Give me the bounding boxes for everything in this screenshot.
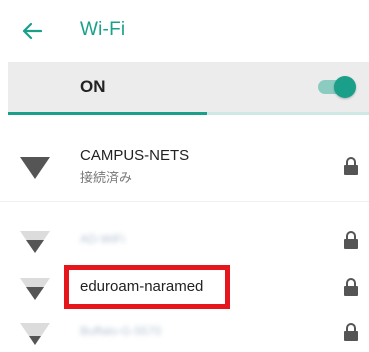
network-item[interactable]: AD-WiFi [0, 222, 369, 258]
wifi-toggle-switch[interactable] [316, 76, 356, 98]
arrow-left-icon [22, 22, 42, 40]
app-bar: Wi-Fi [0, 0, 369, 62]
network-ssid: Buffalo-G-5570 [80, 324, 162, 338]
wifi-switch-label: ON [80, 77, 106, 96]
lock-icon [344, 278, 358, 296]
scan-progress-fill [8, 112, 207, 115]
scan-progress-bar [8, 112, 369, 115]
network-ssid: AD-WiFi [80, 232, 125, 246]
lock-icon [344, 157, 358, 175]
network-item[interactable]: Buffalo-G-5570 [0, 314, 369, 350]
lock-icon [344, 231, 358, 249]
back-button[interactable] [14, 16, 50, 46]
wifi-signal-medium-icon [20, 231, 50, 253]
network-ssid: CAMPUS-NETS [80, 147, 190, 164]
network-status: 接続済み [80, 170, 133, 185]
network-item-campus-nets[interactable]: CAMPUS-NETS 接続済み [0, 140, 369, 190]
wifi-signal-weak-icon [20, 323, 50, 345]
wifi-signal-full-icon [20, 157, 50, 179]
list-divider [0, 201, 369, 202]
wifi-master-switch-row[interactable]: ON [8, 62, 369, 112]
highlight-box [64, 265, 230, 309]
lock-icon [344, 323, 358, 341]
switch-thumb [334, 76, 356, 98]
wifi-signal-medium-icon [20, 278, 50, 300]
page-title: Wi-Fi [80, 19, 126, 40]
